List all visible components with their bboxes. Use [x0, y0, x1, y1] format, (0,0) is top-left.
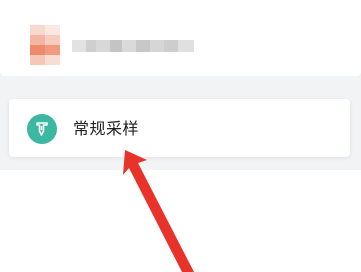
menu-item-label: 常规采样 [73, 119, 140, 138]
menu-item-regular-sampling[interactable] [9, 99, 350, 157]
org-logo [30, 25, 60, 65]
sampling-tube-icon [27, 114, 57, 144]
org-name-redacted [72, 40, 194, 52]
account-card[interactable] [0, 0, 361, 76]
content-area [0, 170, 361, 272]
